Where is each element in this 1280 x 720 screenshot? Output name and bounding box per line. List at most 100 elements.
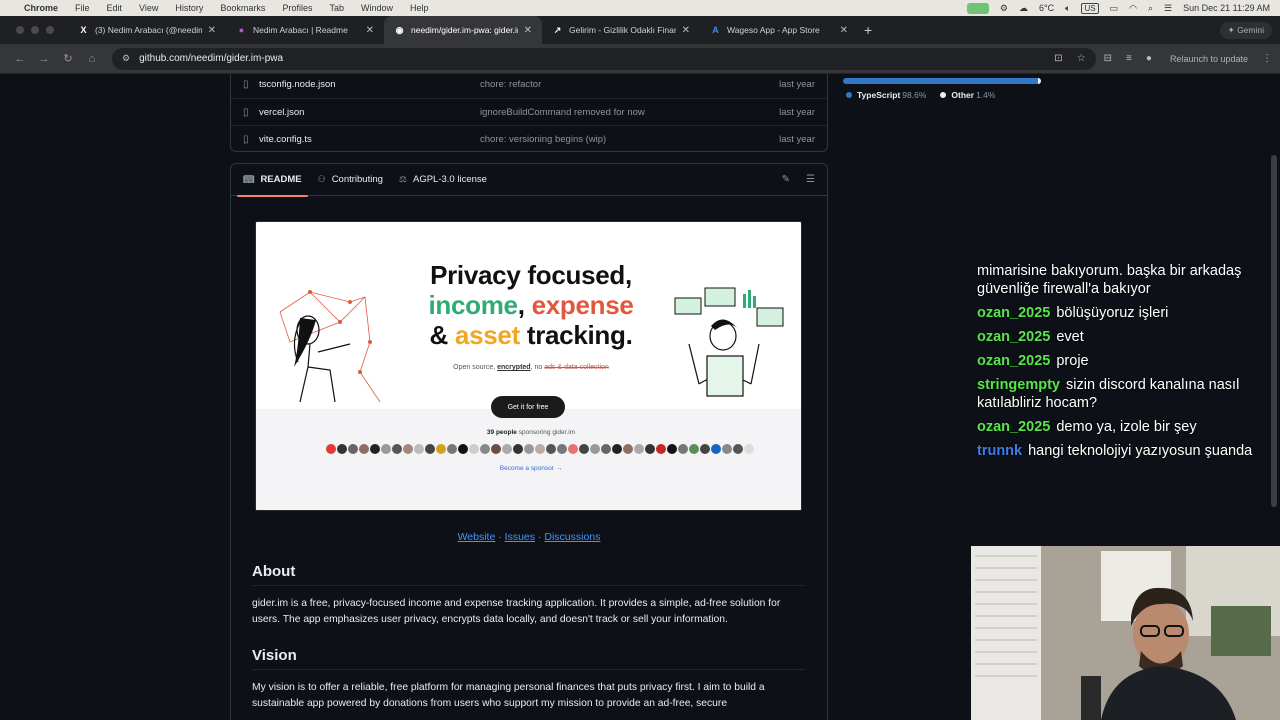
menu-tab[interactable]: Tab (329, 3, 344, 13)
close-tab-icon[interactable]: ✕ (682, 25, 690, 36)
file-name[interactable]: tsconfig.node.json (259, 79, 480, 90)
become-sponsor-link[interactable]: Become a sponsor → (406, 465, 656, 472)
clock[interactable]: Sun Dec 21 11:29 AM (1183, 3, 1270, 13)
menu-app-name[interactable]: Chrome (24, 3, 58, 13)
avatar[interactable] (469, 444, 479, 454)
tab-search-icon[interactable]: ⊟ (1104, 53, 1112, 64)
avatar[interactable] (634, 444, 644, 454)
avatar[interactable] (370, 444, 380, 454)
tab-readme[interactable]: 📖︎ README (237, 164, 308, 197)
profile-avatar[interactable]: ● (1146, 53, 1152, 64)
close-tab-icon[interactable]: ✕ (524, 25, 532, 36)
language-typescript[interactable]: TypeScript 98.6% (846, 90, 926, 100)
back-icon[interactable]: ← (8, 53, 32, 65)
avatar[interactable] (656, 444, 666, 454)
avatar[interactable] (403, 444, 413, 454)
extras-icon[interactable]: ⚙ (1000, 3, 1008, 14)
avatar[interactable] (458, 444, 468, 454)
temperature[interactable]: 6°C (1039, 3, 1054, 13)
more-menu-icon[interactable]: ⋮ (1262, 53, 1272, 64)
close-tab-icon[interactable]: ✕ (840, 25, 848, 36)
avatar[interactable] (546, 444, 556, 454)
browser-tab-x[interactable]: X (3) Nedim Arabacı (@needim ✕ (68, 16, 226, 44)
reload-icon[interactable]: ↻ (56, 52, 80, 65)
forward-icon[interactable]: → (32, 53, 56, 65)
avatar[interactable] (689, 444, 699, 454)
avatar[interactable] (678, 444, 688, 454)
new-tab-button[interactable]: + (858, 22, 880, 44)
volume-icon[interactable]: 🔈︎ (1065, 3, 1070, 14)
menu-window[interactable]: Window (361, 3, 393, 13)
avatar[interactable] (722, 444, 732, 454)
commit-message[interactable]: chore: refactor (480, 79, 767, 90)
close-tab-icon[interactable]: ✕ (208, 25, 216, 36)
menu-profiles[interactable]: Profiles (282, 3, 312, 13)
avatar[interactable] (326, 444, 336, 454)
minimize-window-button[interactable] (31, 26, 39, 34)
wifi-icon[interactable]: ◠ (1129, 3, 1137, 14)
menu-history[interactable]: History (175, 3, 203, 13)
relaunch-button[interactable]: Relaunch to update (1170, 54, 1248, 64)
table-row[interactable]: ▯ tsconfig.node.json chore: refactor las… (231, 74, 827, 98)
avatar[interactable] (623, 444, 633, 454)
close-tab-icon[interactable]: ✕ (366, 25, 374, 36)
browser-tab-gelirim[interactable]: ↗ Gelirim - Gizlilik Odaklı Finans ✕ (542, 16, 700, 44)
avatar[interactable] (579, 444, 589, 454)
get-it-for-free-button[interactable]: Get it for free (491, 396, 565, 418)
avatar[interactable] (535, 444, 545, 454)
avatar[interactable] (414, 444, 424, 454)
avatar[interactable] (491, 444, 501, 454)
site-info-icon[interactable]: ⚙ (122, 53, 130, 64)
avatar[interactable] (711, 444, 721, 454)
avatar[interactable] (425, 444, 435, 454)
tab-license[interactable]: ⚖ AGPL-3.0 license (393, 164, 493, 196)
home-icon[interactable]: ⌂ (80, 53, 104, 65)
website-link[interactable]: Website (458, 531, 496, 543)
input-source[interactable]: US (1081, 2, 1099, 14)
menu-view[interactable]: View (139, 3, 158, 13)
avatar[interactable] (381, 444, 391, 454)
gemini-button[interactable]: ✦ Gemini (1219, 22, 1272, 39)
file-name[interactable]: vite.config.ts (259, 134, 480, 145)
avatar[interactable] (359, 444, 369, 454)
url-text[interactable]: github.com/needim/gider.im-pwa (139, 53, 283, 64)
avatar[interactable] (348, 444, 358, 454)
close-window-button[interactable] (16, 26, 24, 34)
outline-list-icon[interactable]: ☰ (806, 174, 815, 185)
menu-bookmarks[interactable]: Bookmarks (220, 3, 265, 13)
avatar[interactable] (612, 444, 622, 454)
menu-file[interactable]: File (75, 3, 90, 13)
browser-tab-appstore[interactable]: A Wageso App - App Store ✕ (700, 16, 858, 44)
tab-contributing[interactable]: ⚇ Contributing (312, 164, 389, 196)
menu-edit[interactable]: Edit (107, 3, 123, 13)
avatar[interactable] (392, 444, 402, 454)
edit-pencil-icon[interactable]: ✎ (782, 174, 790, 185)
table-row[interactable]: ▯ vite.config.ts chore: versioning begin… (231, 125, 827, 152)
address-bar[interactable]: ⚙ github.com/needim/gider.im-pwa ⊡ ☆ (112, 47, 1096, 70)
control-center-icon[interactable]: ☰ (1164, 3, 1172, 14)
reading-list-icon[interactable]: ≡ (1126, 53, 1132, 64)
avatar[interactable] (733, 444, 743, 454)
issues-link[interactable]: Issues (505, 531, 535, 543)
menu-help[interactable]: Help (410, 3, 429, 13)
browser-tab-readme[interactable]: ● Nedim Arabacı | Readme ✕ (226, 16, 384, 44)
avatar[interactable] (436, 444, 446, 454)
avatar[interactable] (601, 444, 611, 454)
weather-icon[interactable]: ☁ (1019, 3, 1028, 14)
avatar[interactable] (667, 444, 677, 454)
avatar[interactable] (590, 444, 600, 454)
avatar[interactable] (557, 444, 567, 454)
zoom-window-button[interactable] (46, 26, 54, 34)
avatar[interactable] (502, 444, 512, 454)
table-row[interactable]: ▯ vercel.json ignoreBuildCommand removed… (231, 98, 827, 125)
battery-icon[interactable]: ▭ (1110, 3, 1119, 14)
discussions-link[interactable]: Discussions (544, 531, 600, 543)
avatar[interactable] (447, 444, 457, 454)
install-app-icon[interactable]: ⊡ (1054, 53, 1062, 64)
avatar[interactable] (744, 444, 754, 454)
camera-indicator-icon[interactable] (966, 2, 989, 14)
file-name[interactable]: vercel.json (259, 107, 480, 118)
avatar[interactable] (568, 444, 578, 454)
avatar[interactable] (480, 444, 490, 454)
commit-message[interactable]: chore: versioning begins (wip) (480, 134, 767, 145)
